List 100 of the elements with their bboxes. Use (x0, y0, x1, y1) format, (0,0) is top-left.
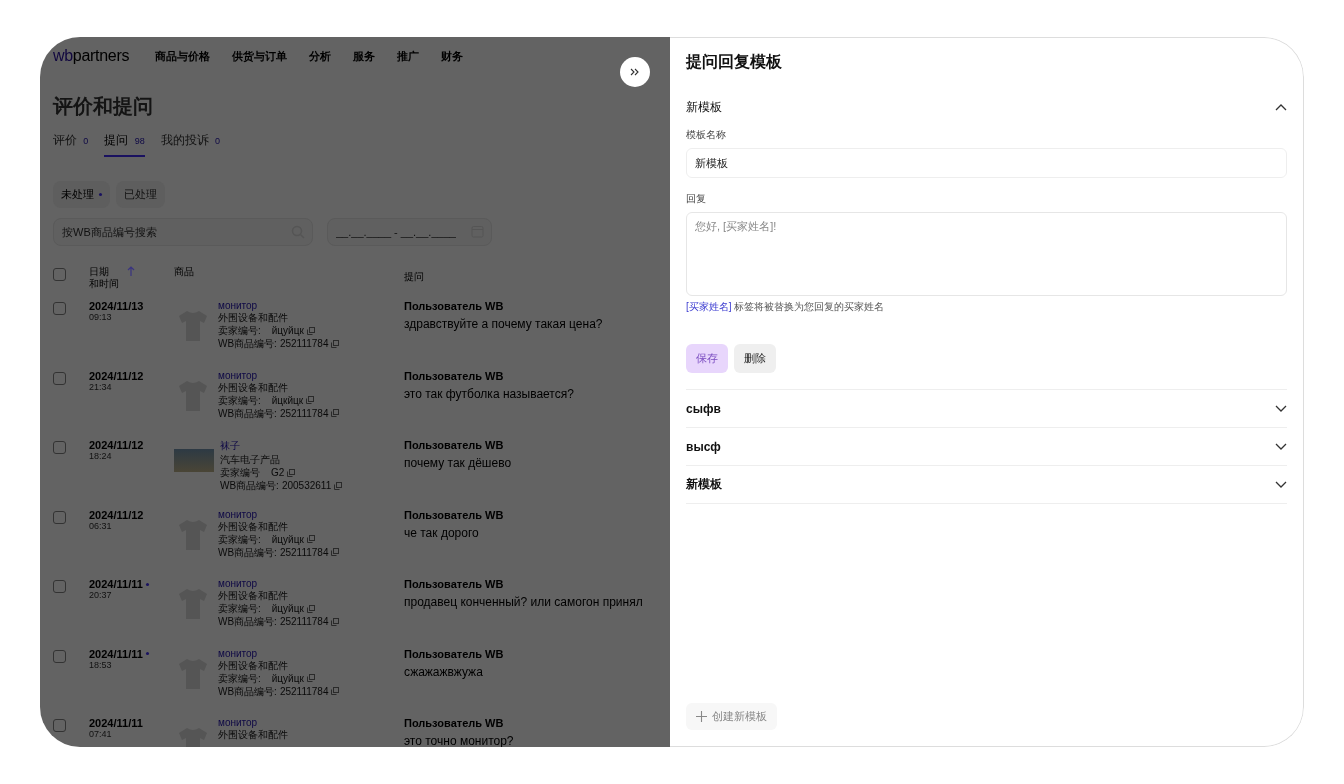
collapse-panel-button[interactable] (620, 57, 650, 87)
question-author: Пользователь WB (404, 369, 505, 382)
seller-code-label: 卖家编号: (218, 602, 261, 615)
wb-code-label: WB商品编号: (218, 684, 277, 698)
question-text: че так дорого (404, 525, 480, 540)
wb-code-label: WB商品编号: (218, 615, 277, 628)
question-author: Пользователь WB (404, 717, 505, 729)
column-header[interactable]: 日期 和时间 (89, 266, 119, 289)
row-checkbox[interactable] (53, 510, 66, 524)
row-checkbox[interactable] (53, 649, 66, 663)
nav-link[interactable]: 财务 (441, 48, 464, 64)
tab[interactable]: 提问 98 (104, 132, 145, 157)
question-author: Пользователь WB (404, 300, 505, 312)
seller-code: G2 (271, 466, 285, 479)
field-label: 回复 (686, 192, 707, 206)
seller-code: йцуйцк (271, 324, 304, 337)
product-category: 外围设备和配件 (218, 659, 289, 672)
delete-button[interactable]: 删除 (734, 344, 776, 373)
template-accordion-header[interactable]: 新模板 (686, 99, 1287, 116)
wb-code-label: WB商品编号: (218, 337, 277, 350)
template-accordion-header[interactable]: сыфв (686, 390, 1287, 428)
product-category: 外围设备和配件 (218, 728, 288, 741)
product-category: 外围设备和配件 (218, 520, 289, 533)
seller-code: йцуйцк (271, 532, 304, 546)
select-all-checkbox[interactable] (53, 268, 66, 281)
question-date: 2024/11/12 (89, 369, 144, 382)
chevron-down-icon (1275, 405, 1287, 412)
question-date: 2024/11/11 (89, 647, 143, 660)
tab[interactable]: 我的投诉 0 (160, 132, 221, 157)
wb-code: 252111784 (279, 684, 329, 698)
seller-code: йцуйцк (271, 671, 304, 685)
page-title: 评价和提问 (53, 94, 154, 119)
product-link[interactable]: монитор (218, 508, 340, 520)
copy-icon[interactable] (331, 409, 340, 417)
seller-code-label: 卖家编号: (218, 393, 261, 407)
question-date: 2024/11/12 (89, 439, 144, 451)
question-author: Пользователь WB (404, 647, 505, 660)
row-checkbox[interactable] (53, 719, 66, 732)
nav-link[interactable]: 分析 (309, 48, 332, 64)
question-time: 06:31 (89, 520, 112, 531)
template-accordion-header[interactable]: высф (686, 428, 1287, 466)
search-field[interactable]: 按WB商品编号搜索 (53, 218, 313, 246)
wb-code-label: WB商品编号: (218, 406, 277, 420)
product-link[interactable]: 袜子 (220, 439, 343, 453)
question-author: Пользователь WB (404, 578, 505, 590)
product-link[interactable]: монитор (218, 369, 340, 381)
copy-icon[interactable] (334, 481, 343, 490)
product-link[interactable]: монитор (218, 717, 288, 728)
question-time: 18:24 (89, 451, 112, 461)
column-header: 商品 (174, 266, 194, 278)
filter-chip[interactable]: 已处理 (116, 181, 165, 208)
copy-icon[interactable] (306, 326, 315, 335)
template-name-field[interactable]: 新模板 (686, 148, 1287, 178)
reply-field[interactable]: 您好, [买家姓名]! (686, 212, 1287, 296)
row-checkbox[interactable] (53, 371, 66, 385)
copy-icon[interactable] (306, 604, 315, 613)
copy-icon[interactable] (306, 396, 315, 404)
logo[interactable]: wbpartners (53, 47, 130, 65)
seller-code-label: 卖家编号: (218, 671, 261, 685)
question-time: 21:34 (89, 381, 112, 392)
question-time: 09:13 (89, 312, 112, 322)
plus-icon (696, 711, 707, 722)
question-time: 20:37 (89, 590, 112, 600)
product-category: 汽车电子产品 (220, 453, 281, 466)
hint-text: [买家姓名] 标签将被替换为您回复的买家姓名 (686, 300, 886, 314)
question-date: 2024/11/11 (89, 717, 143, 729)
filter-chip[interactable]: 未处理 (53, 181, 110, 208)
nav-link[interactable]: 供货与订单 (232, 48, 288, 64)
product-link[interactable]: монитор (218, 647, 340, 659)
question-text: здравствуйте а почему такая цена? (404, 317, 604, 331)
wb-code: 252111784 (279, 545, 329, 559)
nav-link[interactable]: 服务 (353, 48, 376, 64)
nav-link[interactable]: 商品与价格 (155, 48, 211, 64)
question-date: 2024/11/11 (89, 578, 143, 590)
question-text: продавец конченный? или самогон принял (404, 595, 644, 609)
tab[interactable]: 评价 0 (53, 132, 89, 157)
row-checkbox[interactable] (53, 441, 66, 454)
date-range-field[interactable]: __.__.____ - __.__.____ (327, 218, 492, 246)
sort-arrow-icon[interactable] (127, 266, 135, 276)
copy-icon[interactable] (306, 535, 315, 543)
product-category: 外围设备和配件 (218, 311, 289, 324)
copy-icon[interactable] (331, 548, 340, 556)
row-checkbox[interactable] (53, 302, 66, 315)
copy-icon[interactable] (331, 339, 340, 348)
seller-code-label: 卖家编号 (220, 466, 260, 479)
copy-icon[interactable] (306, 674, 315, 682)
copy-icon[interactable] (331, 617, 340, 626)
template-accordion-header[interactable]: 新模板 (686, 466, 1287, 504)
question-date: 2024/11/12 (89, 508, 144, 521)
wb-code: 252111784 (279, 337, 329, 350)
row-checkbox[interactable] (53, 580, 66, 593)
copy-icon[interactable] (331, 687, 340, 695)
product-link[interactable]: монитор (218, 578, 340, 589)
wb-code: 200532611 (281, 479, 332, 492)
chevron-down-icon (1275, 443, 1287, 450)
copy-icon[interactable] (287, 468, 296, 477)
product-link[interactable]: монитор (218, 300, 340, 311)
question-text: это так футболка называется? (404, 386, 575, 401)
nav-link[interactable]: 推广 (397, 48, 420, 64)
question-time: 07:41 (89, 729, 112, 739)
